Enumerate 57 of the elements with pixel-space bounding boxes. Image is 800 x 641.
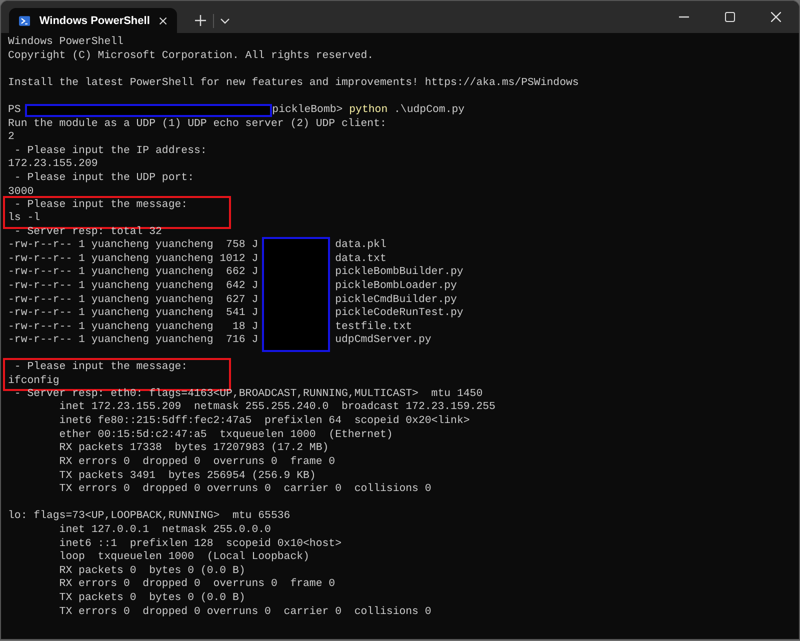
output-line: ether 00:15:5d:c2:47:a5 txqueuelen 1000 (Ethernet) bbox=[58, 428, 394, 442]
command-argument: .\udpCom.py bbox=[393, 104, 465, 116]
output-line: TX packets 0 bytes 0 (0.0 B) bbox=[58, 592, 246, 606]
file-name: data.txt bbox=[335, 252, 386, 266]
output-line: - Please input the UDP port: bbox=[13, 172, 195, 186]
output-line: 2 bbox=[8, 131, 16, 145]
file-details: -rw-r--r-- 1 yuancheng yuancheng 18 J bbox=[8, 320, 260, 334]
file-name: pickleBombLoader.py bbox=[335, 280, 457, 294]
output-line: RX errors 0 dropped 0 overruns 0 frame 0 bbox=[58, 578, 336, 592]
file-details: -rw-r--r-- 1 yuancheng yuancheng 1012 J bbox=[8, 252, 260, 266]
file-name: pickleCodeRunTest.py bbox=[335, 307, 464, 321]
file-details: -rw-r--r-- 1 yuancheng yuancheng 627 J bbox=[8, 294, 260, 307]
file-name: pickleCmdBuilder.py bbox=[335, 294, 457, 307]
file-details: -rw-r--r-- 1 yuancheng yuancheng 758 J bbox=[8, 239, 260, 253]
maximize-icon bbox=[725, 12, 735, 22]
output-line: ls -l bbox=[8, 212, 42, 226]
file-details: -rw-r--r-- 1 yuancheng yuancheng 716 J bbox=[8, 334, 260, 348]
close-icon bbox=[771, 12, 781, 22]
prompt-text: pickleBomb> bbox=[272, 104, 344, 116]
output-line: TX errors 0 dropped 0 overruns 0 carrier 0 collisions 0 bbox=[58, 483, 432, 497]
output-line: inet6 ::1 prefixlen 128 scopeid 0x10<host> bbox=[58, 538, 343, 551]
file-name: testfile.txt bbox=[335, 320, 412, 334]
output-line: - Please input the message: bbox=[13, 361, 189, 375]
output-line: 3000 bbox=[8, 186, 35, 199]
file-name: data.pkl bbox=[335, 239, 386, 253]
output-line: Install the latest PowerShell for new features and improvements! https://aka.ms/PSWindows bbox=[8, 76, 580, 90]
chevron-down-icon bbox=[220, 18, 230, 24]
output-line: loop txqueuelen 1000 (Local Loopback) bbox=[58, 551, 310, 565]
output-line: Copyright (C) Microsoft Corporation. All rights reserved. bbox=[8, 50, 375, 64]
output-line: ifconfig bbox=[8, 374, 60, 388]
output-line: inet 172.23.155.209 netmask 255.255.240.0 broadcast 172.23.159.255 bbox=[58, 401, 496, 415]
output-line: lo: flags=73<UP,LOOPBACK,RUNNING> mtu 65536 bbox=[8, 510, 292, 524]
output-line: Windows PowerShell bbox=[8, 36, 124, 50]
output-line: RX errors 0 dropped 0 overruns 0 frame 0 bbox=[58, 456, 336, 470]
output-line: TX packets 3491 bytes 256954 (256.9 KB) bbox=[58, 470, 317, 483]
file-name: pickleBombBuilder.py bbox=[335, 266, 464, 280]
output-line: 172.23.155.209 bbox=[8, 158, 99, 172]
file-name: udpCmdServer.py bbox=[335, 334, 432, 348]
terminal-tab[interactable]: Windows PowerShell bbox=[9, 8, 177, 33]
output-line: TX errors 0 dropped 0 overruns 0 carrier 0 collisions 0 bbox=[58, 606, 432, 620]
output-line: inet 127.0.0.1 netmask 255.0.0.0 bbox=[58, 524, 272, 538]
close-icon[interactable] bbox=[158, 16, 167, 26]
output-line: - Please input the IP address: bbox=[13, 144, 208, 158]
command-name: python bbox=[349, 104, 388, 116]
file-details: -rw-r--r-- 1 yuancheng yuancheng 541 J bbox=[8, 307, 260, 321]
plus-icon bbox=[194, 15, 206, 26]
output-line: - Please input the message: bbox=[13, 198, 189, 212]
output-line: RX packets 0 bytes 0 (0.0 B) bbox=[58, 564, 246, 578]
output-line: - Server resp: total 32 bbox=[13, 226, 163, 239]
output-line: - Server resp: eth0: flags=4163<UP,BROADCAST,RUNNING,MULTICAST> mtu 1450 bbox=[13, 388, 484, 401]
file-details: -rw-r--r-- 1 yuancheng yuancheng 642 J bbox=[8, 280, 260, 294]
powershell-icon bbox=[19, 14, 30, 26]
prompt-text: PS bbox=[8, 104, 22, 116]
file-details: -rw-r--r-- 1 yuancheng yuancheng 662 J bbox=[8, 266, 260, 280]
output-line: inet6 fe80::215:5dff:fec2:47a5 prefixlen 64 scopeid 0x20<link> bbox=[58, 415, 471, 429]
output-line: Run the module as a UDP (1) UDP echo server (2) UDP client: bbox=[8, 118, 388, 132]
output-line: RX packets 17338 bytes 17207983 (17.2 MB) bbox=[58, 442, 330, 456]
